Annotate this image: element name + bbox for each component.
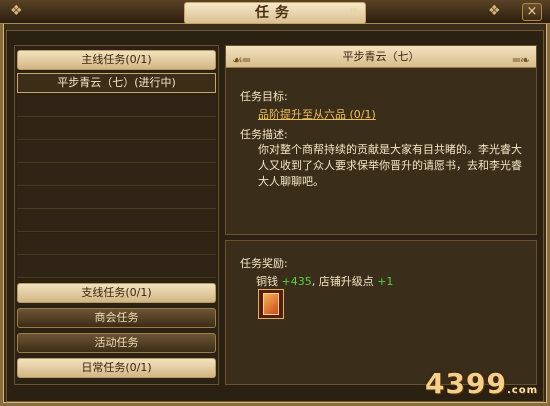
category-daily-quests[interactable]: 日常任务(0/1)	[17, 358, 216, 378]
quest-title-bar: ☙═ 平步青云（七） ═❧	[226, 46, 536, 68]
scroll-item-icon	[263, 293, 279, 315]
watermark-text: 4399	[425, 367, 507, 400]
quest-item-active[interactable]: 平步青云（七）(进行中)	[17, 73, 216, 93]
shop-points-label: 店铺升级点	[318, 275, 374, 288]
category-event-quests[interactable]: 活动任务	[17, 333, 216, 353]
category-side-quests[interactable]: 支线任务(0/1)	[17, 283, 216, 303]
header-right-ornament-icon: ═❧	[512, 53, 530, 67]
copper-label: 铜钱	[256, 275, 278, 288]
reward-item-slot[interactable]	[258, 289, 284, 319]
shop-points-value: +1	[377, 275, 394, 288]
empty-slot	[17, 118, 216, 140]
close-button[interactable]: ×	[522, 3, 542, 21]
category-main-quests[interactable]: 主线任务(0/1)	[17, 50, 216, 70]
quest-list-panel: 主线任务(0/1) 平步青云（七）(进行中) 支线任务(0/1) 商会任务 活动…	[14, 45, 219, 385]
title-right-ornament-icon: ❧	[349, 4, 361, 19]
watermark-suffix: .com	[506, 385, 538, 396]
reward-separator: ,	[311, 275, 316, 288]
quest-target-link[interactable]: 品阶提升至从六品 (0/1)	[258, 106, 376, 122]
empty-slot	[17, 256, 216, 278]
description-label: 任务描述:	[240, 128, 288, 141]
quest-title: 平步青云（七）	[342, 50, 420, 63]
empty-slot	[17, 187, 216, 209]
copper-value: +435	[281, 275, 312, 288]
category-guild-quests[interactable]: 商会任务	[17, 308, 216, 328]
empty-slot	[17, 164, 216, 186]
left-ornament-icon: ❖	[10, 3, 23, 19]
reward-label: 任务奖励:	[240, 257, 288, 270]
empty-slot	[17, 95, 216, 117]
site-watermark: 4399.com	[425, 367, 538, 400]
target-label: 任务目标:	[240, 90, 288, 103]
reward-summary: 铜钱 +435, 店铺升级点 +1	[256, 273, 393, 289]
empty-slot	[17, 141, 216, 163]
reward-panel: 任务奖励: 铜钱 +435, 店铺升级点 +1	[225, 240, 537, 385]
quest-detail-panel: ☙═ 平步青云（七） ═❧ 任务目标: 品阶提升至从六品 (0/1) 任务描述:…	[225, 45, 537, 235]
window-title: 任务	[184, 2, 366, 24]
header-left-ornament-icon: ☙═	[232, 53, 250, 67]
empty-slot	[17, 210, 216, 232]
right-ornament-icon: ❖	[488, 3, 501, 19]
empty-slot	[17, 233, 216, 255]
quest-description: 你对整个商帮持续的贡献是大家有目共睹的。李光睿大人又收到了众人要求保举你晋升的请…	[258, 143, 522, 188]
title-bar: ❖ ❧ 任务 ❧ ❖ ×	[0, 0, 550, 24]
